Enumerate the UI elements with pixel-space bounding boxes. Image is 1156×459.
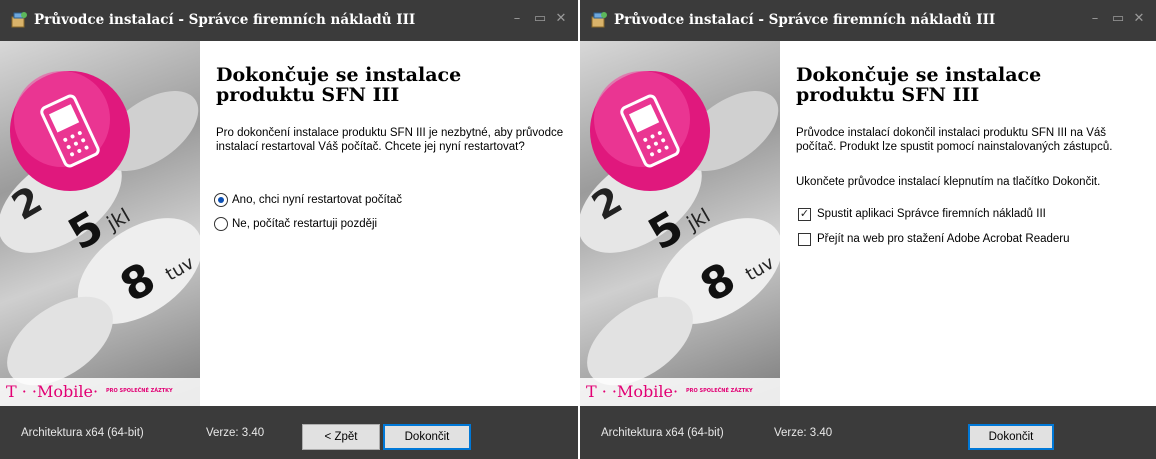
title-bar[interactable]: Průvodce instalací - Správce firemních n…	[0, 0, 578, 41]
side-banner: 2 5 jkl 8 tuv T · ·Mobile· PRO SPOLEČNÉ …	[0, 41, 200, 406]
version-label: Verze: 3.40	[774, 427, 833, 439]
keypad-illustration: 2 5 jkl 8 tuv	[580, 71, 780, 386]
checkbox-label: Přejít na web pro stažení Adobe Acrobat …	[817, 233, 1070, 245]
brand-logo-text: T · ·Mobile·	[586, 382, 679, 401]
finish-instruction: Ukončete průvodce instalací klepnutím na…	[796, 176, 1101, 188]
title-bar[interactable]: Průvodce instalací - Správce firemních n…	[580, 0, 1156, 41]
installer-window-finish: Průvodce instalací - Správce firemních n…	[580, 0, 1156, 459]
side-banner: 2 5 jkl 8 tuv T · ·Mobile· PRO SPOLEČNÉ …	[580, 41, 780, 406]
back-button[interactable]: < Zpět	[302, 424, 380, 450]
installer-window-restart: Průvodce instalací - Správce firemních n…	[0, 0, 578, 459]
radio-label: Ano, chci nyní restartovat počítač	[232, 194, 403, 206]
brand-tagline: PRO SPOLEČNÉ ZÁZTKY	[686, 388, 753, 394]
content-panel: Dokončuje se instalace produktu SFN III …	[200, 41, 578, 406]
page-heading: Dokončuje se instalace produktu SFN III	[216, 64, 462, 106]
restart-message: Pro dokončení instalace produktu SFN III…	[216, 127, 564, 153]
close-icon[interactable]: ✕	[1130, 10, 1148, 28]
checkbox-empty[interactable]	[798, 232, 811, 246]
finish-button[interactable]: Dokončit	[383, 424, 471, 450]
radio-restart-later[interactable]: Ne, počítač restartuji později	[214, 216, 377, 232]
maximize-icon[interactable]: ▭	[531, 10, 549, 28]
maximize-icon[interactable]: ▭	[1109, 10, 1127, 28]
radio-restart-now[interactable]: Ano, chci nyní restartovat počítač	[214, 192, 402, 208]
checkmark-icon[interactable]: ✓	[798, 207, 811, 221]
radio-button-checked[interactable]	[214, 193, 228, 207]
version-label: Verze: 3.40	[206, 427, 265, 439]
close-icon[interactable]: ✕	[552, 10, 570, 28]
minimize-icon[interactable]: –	[1086, 10, 1104, 28]
window-title: Průvodce instalací - Správce firemních n…	[614, 12, 996, 28]
content-panel: Dokončuje se instalace produktu SFN III …	[780, 41, 1156, 406]
architecture-label: Architektura x64 (64-bit)	[21, 427, 144, 439]
installer-box-icon	[11, 12, 27, 28]
minimize-icon[interactable]: –	[508, 10, 526, 28]
brand-tagline: PRO SPOLEČNÉ ZÁZTKY	[106, 388, 173, 394]
footer-bar: Architektura x64 (64-bit) Verze: 3.40 Do…	[580, 406, 1156, 459]
finish-message: Průvodce instalací dokončil instalaci pr…	[796, 127, 1113, 153]
finish-button[interactable]: Dokončit	[968, 424, 1054, 450]
checkbox-adobe-reader[interactable]: Přejít na web pro stažení Adobe Acrobat …	[798, 231, 1070, 247]
footer-bar: Architektura x64 (64-bit) Verze: 3.40 < …	[0, 406, 578, 459]
checkbox-launch-app[interactable]: ✓ Spustit aplikaci Správce firemních nák…	[798, 206, 1046, 222]
radio-label: Ne, počítač restartuji později	[232, 218, 378, 230]
brand-logo-text: T · ·Mobile·	[6, 382, 99, 401]
checkbox-label: Spustit aplikaci Správce firemních nákla…	[817, 208, 1046, 220]
architecture-label: Architektura x64 (64-bit)	[601, 427, 724, 439]
radio-button[interactable]	[214, 217, 228, 231]
keypad-illustration: 2 5 jkl 8 tuv	[0, 71, 200, 386]
page-heading: Dokončuje se instalace produktu SFN III	[796, 64, 1042, 106]
window-title: Průvodce instalací - Správce firemních n…	[34, 12, 416, 28]
t-mobile-logo: T · ·Mobile· PRO SPOLEČNÉ ZÁZTKY	[0, 378, 200, 406]
installer-box-icon	[591, 12, 607, 28]
t-mobile-logo: T · ·Mobile· PRO SPOLEČNÉ ZÁZTKY	[580, 378, 780, 406]
